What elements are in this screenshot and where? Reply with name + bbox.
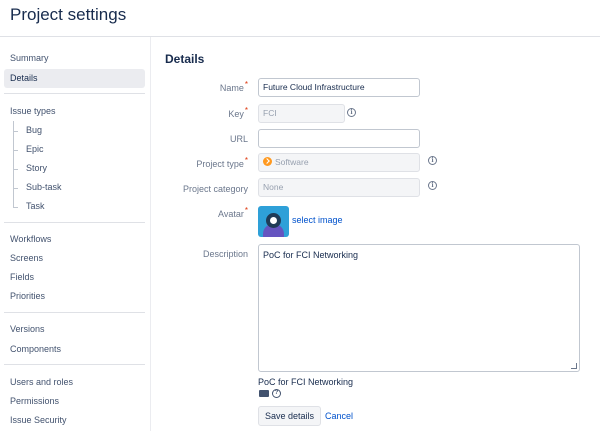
- required-marker: *: [244, 156, 248, 165]
- save-details-button[interactable]: Save details: [258, 406, 322, 426]
- help-icon[interactable]: ?: [272, 389, 281, 398]
- cancel-link[interactable]: Cancel: [325, 411, 353, 421]
- info-icon[interactable]: i: [428, 156, 437, 165]
- project-type-label: Project type*: [151, 156, 248, 170]
- sidebar-item-versions[interactable]: Versions: [4, 320, 145, 339]
- key-input[interactable]: FCI: [258, 104, 345, 123]
- project-category-select[interactable]: None: [258, 178, 420, 197]
- description-preview: PoC for FCI Networking: [258, 377, 354, 387]
- select-image-link[interactable]: select image: [292, 215, 343, 225]
- description-textarea[interactable]: PoC for FCI Networking: [258, 244, 580, 372]
- project-type-value: Software: [275, 157, 309, 167]
- sidebar-item-story[interactable]: Story: [4, 159, 145, 178]
- required-marker: *: [244, 206, 248, 215]
- resize-handle[interactable]: [571, 363, 577, 369]
- info-icon[interactable]: i: [347, 108, 356, 117]
- sidebar-item-fields[interactable]: Fields: [4, 268, 145, 287]
- key-label: Key*: [151, 106, 248, 120]
- description-label: Description: [202, 249, 248, 259]
- info-icon[interactable]: i: [428, 181, 437, 190]
- sidebar: Summary Details Issue types Bug Epic Sto…: [0, 37, 151, 431]
- avatar-image[interactable]: [258, 206, 289, 237]
- sidebar-item-epic[interactable]: Epic: [4, 140, 145, 159]
- name-label: Name*: [151, 80, 248, 94]
- project-type-field[interactable]: Software: [258, 153, 420, 172]
- sidebar-divider: [4, 312, 145, 313]
- name-input[interactable]: Future Cloud Infrastructure: [258, 78, 420, 97]
- sidebar-item-users-and-roles[interactable]: Users and roles: [4, 373, 145, 392]
- url-input[interactable]: [258, 129, 420, 148]
- sidebar-item-summary[interactable]: Summary: [4, 49, 145, 68]
- project-type-label-text: Project type: [196, 159, 244, 169]
- description-text: PoC for FCI Networking: [263, 250, 359, 260]
- page-title: Project settings: [10, 5, 127, 24]
- avatar-label: Avatar*: [151, 206, 248, 220]
- page-header: Project settings: [0, 0, 600, 37]
- sidebar-item-sub-task[interactable]: Sub-task: [4, 178, 145, 197]
- avatar-label-text: Avatar: [218, 209, 244, 219]
- sidebar-item-details[interactable]: Details: [4, 69, 145, 88]
- required-marker: *: [244, 80, 248, 89]
- details-panel: Details Name* Future Cloud Infrastructur…: [151, 37, 600, 431]
- sidebar-item-workflows[interactable]: Workflows: [4, 230, 145, 249]
- sidebar-item-issue-types[interactable]: Issue types: [4, 102, 145, 121]
- sidebar-divider: [4, 222, 145, 223]
- sidebar-item-priorities[interactable]: Priorities: [4, 287, 145, 306]
- sidebar-item-bug[interactable]: Bug: [4, 121, 145, 140]
- key-label-text: Key: [228, 109, 244, 119]
- sidebar-item-task[interactable]: Task: [4, 197, 145, 216]
- sidebar-item-issue-security[interactable]: Issue Security: [4, 411, 145, 430]
- section-title: Details: [165, 52, 205, 66]
- software-icon: [263, 157, 272, 167]
- url-label: URL: [229, 134, 248, 144]
- name-label-text: Name: [219, 83, 244, 93]
- project-category-label: Project category: [182, 184, 248, 194]
- sidebar-item-permissions[interactable]: Permissions: [4, 392, 145, 411]
- wiki-markup-icon[interactable]: [259, 390, 269, 397]
- avatar-eye: [266, 213, 281, 228]
- sidebar-divider: [4, 93, 145, 94]
- sidebar-item-screens[interactable]: Screens: [4, 249, 145, 268]
- sidebar-divider: [4, 364, 145, 365]
- required-marker: *: [244, 106, 248, 115]
- sidebar-item-components[interactable]: Components: [4, 340, 145, 359]
